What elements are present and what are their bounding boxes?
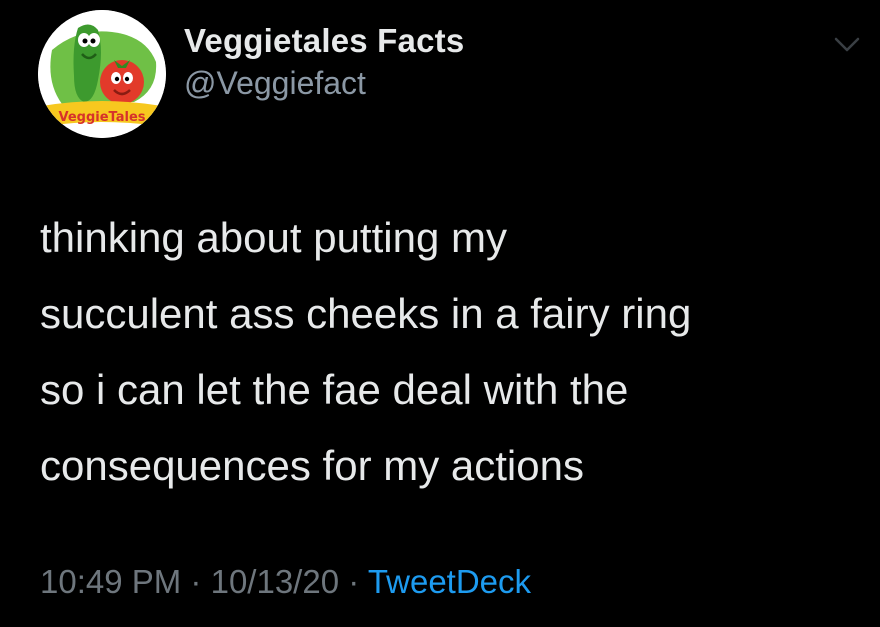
tweet-text: thinking about putting my succulent ass … xyxy=(40,200,870,504)
tweet-metadata: 10:49 PM · 10/13/20 · TweetDeck xyxy=(40,560,531,604)
tweet-header: VeggieTales Veggietales Facts @Veggiefac… xyxy=(38,8,464,140)
display-name[interactable]: Veggietales Facts xyxy=(184,21,464,61)
meta-separator: · xyxy=(190,563,202,600)
account-names: Veggietales Facts @Veggiefact xyxy=(184,21,464,103)
tweet-time[interactable]: 10:49 PM xyxy=(40,563,181,600)
tweet-text-line: so i can let the fae deal with the xyxy=(40,366,629,413)
avatar[interactable]: VeggieTales xyxy=(38,10,166,138)
chevron-down-icon[interactable] xyxy=(830,30,864,60)
user-handle[interactable]: @Veggiefact xyxy=(184,63,464,103)
tweet-text-line: thinking about putting my xyxy=(40,214,507,261)
tweet-date[interactable]: 10/13/20 xyxy=(211,563,339,600)
tweet-text-line: succulent ass cheeks in a fairy ring xyxy=(40,290,692,337)
meta-separator: · xyxy=(348,563,360,600)
tweet-text-line: consequences for my actions xyxy=(40,442,584,489)
tweet-card: VeggieTales Veggietales Facts @Veggiefac… xyxy=(0,0,880,627)
logo-text: VeggieTales xyxy=(58,110,145,125)
veggietales-logo: VeggieTales xyxy=(38,10,166,138)
tweet-source-link[interactable]: TweetDeck xyxy=(368,563,531,600)
